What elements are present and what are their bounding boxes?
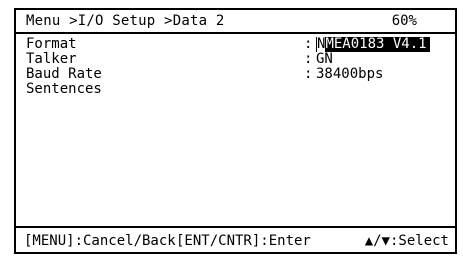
baud-rate-label: Baud Rate bbox=[26, 66, 102, 82]
talker-label: Talker bbox=[26, 51, 77, 67]
key-hint-bar: [MENU]:Cancel/Back [ENT/CNTR]:Enter ▲/▼:… bbox=[16, 226, 455, 252]
format-value-text: MEA0183 V4.1 bbox=[325, 36, 427, 52]
cancel-back-hint: [MENU]:Cancel/Back bbox=[24, 233, 176, 249]
title-bar: Menu >I/O Setup >Data 2 60% bbox=[16, 10, 455, 34]
menu-screen: Menu >I/O Setup >Data 2 60% Format : NME… bbox=[14, 8, 457, 254]
breadcrumb: Menu >I/O Setup >Data 2 bbox=[26, 13, 225, 29]
talker-colon: : bbox=[304, 51, 313, 67]
setting-row-format[interactable]: Format : NMEA0183 V4.1 bbox=[26, 36, 455, 52]
settings-list: Format : NMEA0183 V4.1 Talker : GN Baud … bbox=[26, 36, 455, 97]
select-hint: ▲/▼:Select bbox=[364, 233, 449, 249]
setting-row-sentences[interactable]: Sentences bbox=[26, 82, 455, 97]
setting-row-talker[interactable]: Talker : GN bbox=[26, 52, 455, 67]
enter-hint: [ENT/CNTR]:Enter bbox=[176, 233, 311, 249]
setting-row-baud-rate[interactable]: Baud Rate : 38400bps bbox=[26, 67, 455, 82]
format-value[interactable]: NMEA0183 V4.1 bbox=[316, 36, 430, 52]
format-label: Format bbox=[26, 36, 77, 52]
progress-indicator: 60% bbox=[391, 13, 417, 29]
sentences-label: Sentences bbox=[26, 81, 102, 97]
baud-rate-value: 38400bps bbox=[316, 66, 384, 82]
format-colon: : bbox=[304, 36, 313, 52]
baud-rate-colon: : bbox=[304, 66, 313, 82]
talker-value: GN bbox=[316, 51, 333, 67]
